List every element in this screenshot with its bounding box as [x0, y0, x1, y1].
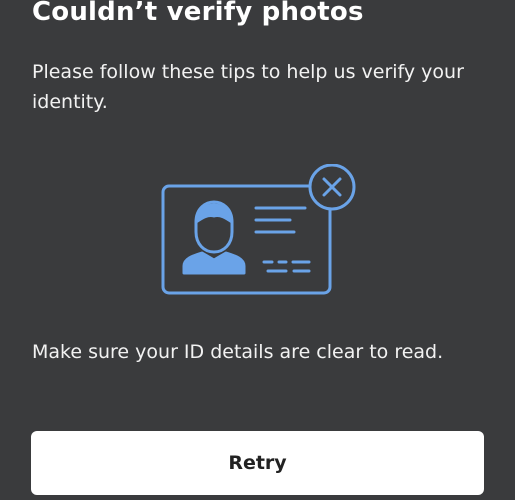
id-clarity-hint: Make sure your ID details are clear to r… [32, 341, 444, 363]
verification-failed-screen: Couldn’t verify photos Please follow the… [0, 0, 515, 500]
page-title: Couldn’t verify photos [32, 0, 364, 27]
tips-description: Please follow these tips to help us veri… [32, 61, 464, 113]
id-card-error-icon [160, 163, 360, 299]
retry-button[interactable]: Retry [31, 431, 484, 495]
